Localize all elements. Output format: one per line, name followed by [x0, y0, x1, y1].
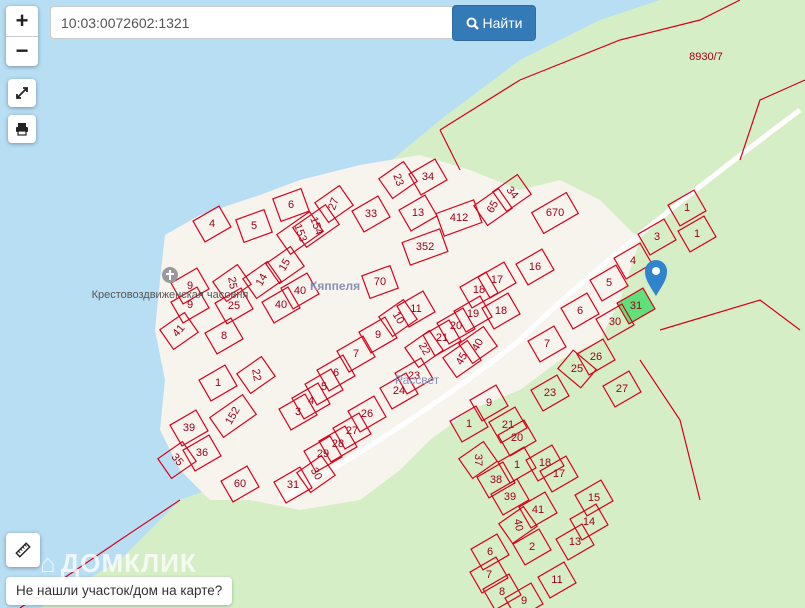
- parcel-number-label: 9: [521, 595, 527, 607]
- parcel-number-label: 26: [361, 408, 373, 420]
- parcel-number-label: 1: [684, 202, 690, 214]
- parcel-number-label: 20: [511, 432, 523, 444]
- find-button[interactable]: Найти: [452, 5, 536, 41]
- not-found-parcel-link[interactable]: Не нашли участок/дом на карте?: [6, 577, 233, 605]
- cadastral-map[interactable]: 8930/756153154273323 3413 4126534670415142…: [0, 0, 805, 608]
- parcel: 8930/7: [689, 51, 723, 63]
- expand-icon: [16, 87, 28, 99]
- parcel-number-label: 25: [571, 363, 583, 375]
- parcel-number-label: 37: [472, 454, 484, 466]
- parcel-number-label: 2: [529, 541, 535, 553]
- parcel-number-label: 8: [499, 586, 505, 598]
- parcel-number-label: 7: [544, 338, 550, 350]
- parcel-number-label: 17: [491, 274, 503, 286]
- parcel-number-label: 40: [275, 299, 287, 311]
- chapel-label: Крестовоздвиженская часовня: [92, 289, 249, 301]
- parcel-number-label: 3: [654, 231, 660, 243]
- parcel-number-label: 18: [539, 457, 551, 469]
- parcel-number-label: 5: [321, 381, 327, 393]
- parcel-number-label: 412: [450, 212, 468, 224]
- parcel-number-label: 16: [529, 261, 541, 273]
- cadastral-search-input[interactable]: [50, 6, 458, 39]
- parcel-number-label: 1: [466, 418, 472, 430]
- parcel-number-label: 1: [514, 459, 520, 471]
- parcel-number-label: 41: [532, 504, 544, 516]
- print-button[interactable]: [8, 115, 36, 143]
- parcel-number-label: 33: [365, 208, 377, 220]
- fullscreen-button[interactable]: [8, 79, 36, 107]
- parcel-number-label: 6: [577, 305, 583, 317]
- parcel-number-label: 60: [234, 478, 246, 490]
- parcel-number-label: 25: [228, 300, 240, 312]
- parcel-number-label: 670: [546, 207, 564, 219]
- zoom-out-button[interactable]: −: [6, 37, 38, 67]
- parcel-number-label: 4: [209, 218, 215, 230]
- parcel-number-label: 8: [221, 330, 227, 342]
- parcel-number-label: 7: [353, 348, 359, 360]
- parcel-number-label: 9: [486, 397, 492, 409]
- parcel-number-label: 6: [288, 199, 294, 211]
- village-label-kyappelya: Кяппеля: [310, 279, 360, 293]
- parcel-number-label: 34: [422, 171, 434, 183]
- zoom-control: + −: [6, 6, 38, 66]
- ruler-icon: [15, 542, 31, 558]
- parcel-number-label: 8930/7: [689, 51, 723, 63]
- parcel-number-label: 30: [609, 316, 621, 328]
- parcel-number-label: 27: [616, 383, 628, 395]
- village-label-rassvet: Рассвет: [395, 373, 440, 387]
- parcel-number-label: 3: [295, 406, 301, 418]
- parcel-number-label: 23: [544, 387, 556, 399]
- parcel-number-label: 40: [294, 285, 306, 297]
- parcel-number-label: 13: [569, 536, 581, 548]
- parcel-number-label: 9: [375, 329, 381, 341]
- parcel-number-label: 22: [249, 368, 263, 382]
- parcel-number-label: 352: [416, 241, 434, 253]
- domclick-watermark: ⌂ ДОМКЛИК: [40, 548, 197, 579]
- ruler-button[interactable]: [6, 533, 40, 567]
- parcel-number-label: 28: [332, 438, 344, 450]
- find-button-label: Найти: [482, 15, 523, 31]
- parcel-number-label: 5: [606, 277, 612, 289]
- parcel-number-label: 38: [490, 474, 502, 486]
- parcel-number-label: 36: [196, 447, 208, 459]
- search-icon: [466, 17, 479, 30]
- parcel-number-label: 14: [583, 516, 595, 528]
- parcel-number-label: 1: [694, 228, 700, 240]
- parcel-number-label: 31: [287, 479, 299, 491]
- parcel-number-label: 1: [215, 377, 221, 389]
- parcel-number-label: 40: [511, 518, 525, 532]
- parcel-number-label: 6: [487, 546, 493, 558]
- zoom-in-button[interactable]: +: [6, 6, 38, 37]
- watermark-text: ДОМКЛИК: [60, 548, 197, 578]
- parcel-number-label: 70: [374, 276, 386, 288]
- house-logo-icon: ⌂: [40, 548, 57, 578]
- parcel-number-label: 25: [225, 276, 239, 290]
- parcel-number-label: 5: [251, 220, 257, 232]
- parcel-number-label: 26: [590, 351, 602, 363]
- parcel-number-label: 4: [630, 255, 636, 267]
- church-icon: [162, 267, 178, 283]
- parcel-number-label: 39: [504, 491, 516, 503]
- parcel-number-label: 7: [486, 569, 492, 581]
- parcel-number-label: 13: [412, 207, 424, 219]
- print-icon: [16, 123, 28, 136]
- parcel-number-label: 31: [630, 300, 642, 312]
- parcel-number-label: 17: [553, 468, 565, 480]
- parcel-number-label: 15: [588, 492, 600, 504]
- parcel-number-label: 11: [410, 303, 421, 315]
- parcel-number-label: 18: [495, 305, 507, 317]
- parcel-number-label: 39: [183, 422, 195, 434]
- parcel-number-label: 11: [551, 574, 562, 586]
